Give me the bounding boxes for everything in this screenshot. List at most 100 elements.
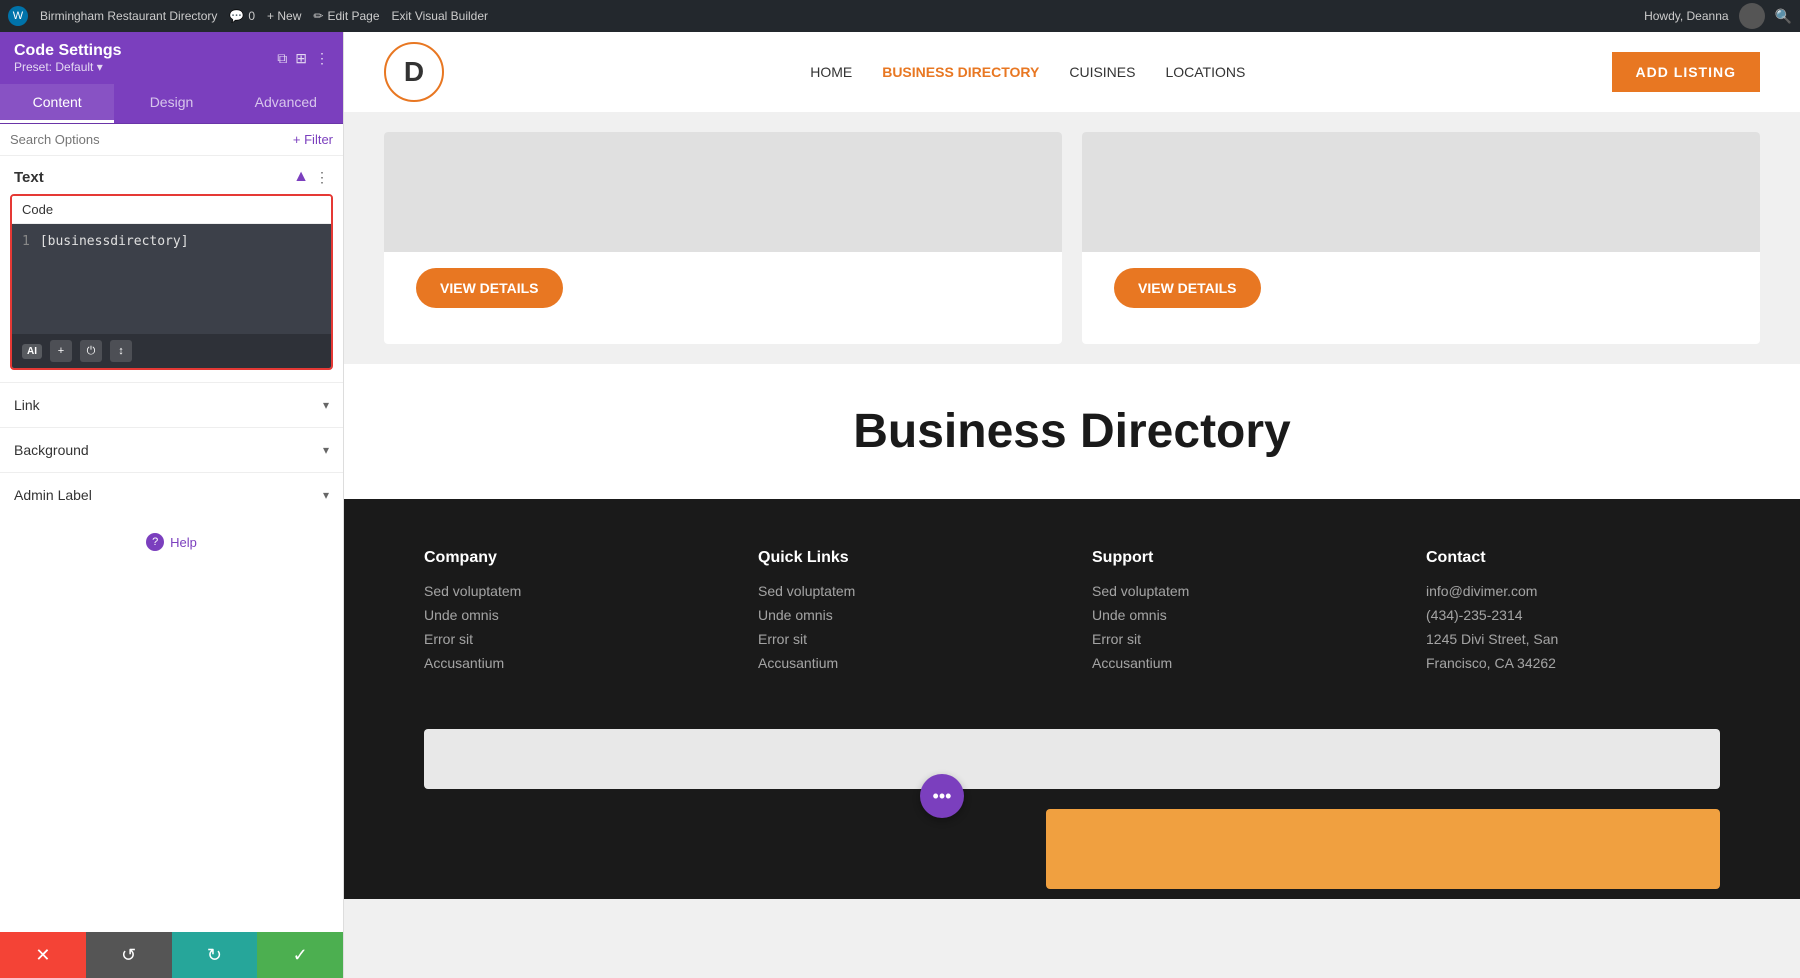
comment-icon: 💬 bbox=[229, 9, 244, 23]
power-btn[interactable]: ⏻ bbox=[80, 340, 102, 362]
footer-col-contact: Contact info@divimer.com (434)-235-2314 … bbox=[1426, 549, 1720, 679]
background-chevron-icon: ▾ bbox=[323, 443, 329, 457]
card-2: VIEW DETAILS bbox=[1082, 132, 1760, 344]
footer-quicklinks-link-2[interactable]: Unde omnis bbox=[758, 607, 1052, 623]
redo-button[interactable]: ↻ bbox=[172, 932, 258, 978]
cancel-button[interactable]: ✕ bbox=[0, 932, 86, 978]
wordpress-icon: W bbox=[8, 6, 28, 26]
admin-label-chevron-icon: ▾ bbox=[323, 488, 329, 502]
layout-icon[interactable]: ⊞ bbox=[295, 50, 307, 67]
nav-home[interactable]: HOME bbox=[810, 64, 852, 80]
footer-company-link-1[interactable]: Sed voluptatem bbox=[424, 583, 718, 599]
site-name-link[interactable]: Birmingham Restaurant Directory bbox=[40, 9, 217, 23]
card-2-body: VIEW DETAILS bbox=[1082, 252, 1760, 324]
avatar bbox=[1739, 3, 1765, 29]
site-nav: HOME BUSINESS DIRECTORY CUISINES LOCATIO… bbox=[810, 64, 1245, 80]
undo-button[interactable]: ↺ bbox=[86, 932, 172, 978]
tab-design[interactable]: Design bbox=[114, 84, 228, 123]
footer-support-link-4[interactable]: Accusantium bbox=[1092, 655, 1386, 671]
card-2-image bbox=[1082, 132, 1760, 252]
shortcode-content: [businessdirectory] bbox=[40, 234, 189, 249]
admin-label-section: Admin Label ▾ bbox=[0, 472, 343, 517]
main-layout: Code Settings Preset: Default ▾ ⧉ ⊞ ⋮ Co… bbox=[0, 32, 1800, 978]
duplicate-icon[interactable]: ⧉ bbox=[277, 50, 287, 67]
comments-link[interactable]: 💬 0 bbox=[229, 9, 255, 23]
footer-company-link-2[interactable]: Unde omnis bbox=[424, 607, 718, 623]
bottom-search-bar[interactable] bbox=[424, 729, 1720, 789]
footer-support-link-3[interactable]: Error sit bbox=[1092, 631, 1386, 647]
footer-contact-phone[interactable]: (434)-235-2314 bbox=[1426, 607, 1720, 623]
site-header: D HOME BUSINESS DIRECTORY CUISINES LOCAT… bbox=[344, 32, 1800, 112]
help-circle-icon: ? bbox=[146, 533, 164, 551]
code-line-1: 1 [businessdirectory] bbox=[22, 234, 321, 249]
footer-quicklinks-title: Quick Links bbox=[758, 549, 1052, 567]
panel-preset[interactable]: Preset: Default ▾ bbox=[14, 60, 122, 74]
view-details-btn-1[interactable]: VIEW DETAILS bbox=[416, 268, 563, 308]
edit-icon: ✏ bbox=[313, 9, 323, 23]
panel-header-left: Code Settings Preset: Default ▾ bbox=[14, 42, 122, 74]
admin-label-section-title: Admin Label bbox=[14, 487, 92, 503]
tab-content[interactable]: Content bbox=[0, 84, 114, 123]
panel-header-icons: ⧉ ⊞ ⋮ bbox=[277, 50, 329, 67]
footer-support-link-2[interactable]: Unde omnis bbox=[1092, 607, 1386, 623]
search-options-input[interactable] bbox=[10, 132, 287, 147]
background-section-header[interactable]: Background ▾ bbox=[0, 428, 343, 472]
nav-locations[interactable]: LOCATIONS bbox=[1165, 64, 1245, 80]
footer-contact-email[interactable]: info@divimer.com bbox=[1426, 583, 1720, 599]
panel-search-bar: + Filter bbox=[0, 124, 343, 156]
text-section-title: Text bbox=[14, 169, 44, 186]
card-1-image bbox=[384, 132, 1062, 252]
edit-page-link[interactable]: ✏ Edit Page bbox=[313, 9, 379, 23]
howdy-text: Howdy, Deanna bbox=[1644, 9, 1729, 23]
floating-menu-button[interactable]: ••• bbox=[920, 774, 964, 818]
add-code-btn[interactable]: + bbox=[50, 340, 72, 362]
left-panel: Code Settings Preset: Default ▾ ⧉ ⊞ ⋮ Co… bbox=[0, 32, 344, 978]
footer-quicklinks-link-3[interactable]: Error sit bbox=[758, 631, 1052, 647]
exit-builder-link[interactable]: Exit Visual Builder bbox=[392, 9, 489, 23]
footer-quicklinks-link-1[interactable]: Sed voluptatem bbox=[758, 583, 1052, 599]
card-1: VIEW DETAILS bbox=[384, 132, 1062, 344]
footer-company-link-3[interactable]: Error sit bbox=[424, 631, 718, 647]
section-actions: ▲ ⋮ bbox=[293, 168, 329, 186]
tab-advanced[interactable]: Advanced bbox=[229, 84, 343, 123]
admin-search-icon[interactable]: 🔍 bbox=[1775, 8, 1792, 25]
directory-title: Business Directory bbox=[384, 404, 1760, 459]
footer-col-quicklinks: Quick Links Sed voluptatem Unde omnis Er… bbox=[758, 549, 1052, 679]
footer-quicklinks-link-4[interactable]: Accusantium bbox=[758, 655, 1052, 671]
filter-button[interactable]: + Filter bbox=[293, 132, 333, 147]
nav-business-directory[interactable]: BUSINESS DIRECTORY bbox=[882, 64, 1039, 80]
directory-section: Business Directory bbox=[344, 364, 1800, 499]
footer-contact-address-2: Francisco, CA 34262 bbox=[1426, 655, 1720, 671]
sort-btn[interactable]: ↕ bbox=[110, 340, 132, 362]
text-section-menu[interactable]: ⋮ bbox=[315, 169, 329, 186]
footer-contact-address-1: 1245 Divi Street, San bbox=[1426, 631, 1720, 647]
save-button[interactable]: ✓ bbox=[257, 932, 343, 978]
code-editor[interactable]: 1 [businessdirectory] bbox=[12, 224, 331, 334]
bottom-orange-area bbox=[344, 809, 1800, 899]
link-section: Link ▾ bbox=[0, 382, 343, 427]
link-section-header[interactable]: Link ▾ bbox=[0, 383, 343, 427]
text-section-collapse[interactable]: ▲ bbox=[293, 168, 309, 186]
view-details-btn-2[interactable]: VIEW DETAILS bbox=[1114, 268, 1261, 308]
ai-badge: AI bbox=[22, 344, 42, 359]
add-listing-button[interactable]: ADD LISTING bbox=[1612, 52, 1760, 92]
footer-company-title: Company bbox=[424, 549, 718, 567]
admin-label-section-header[interactable]: Admin Label ▾ bbox=[0, 473, 343, 517]
footer-support-title: Support bbox=[1092, 549, 1386, 567]
link-section-title: Link bbox=[14, 397, 40, 413]
footer-company-link-4[interactable]: Accusantium bbox=[424, 655, 718, 671]
orange-block bbox=[1046, 809, 1720, 889]
right-content: D HOME BUSINESS DIRECTORY CUISINES LOCAT… bbox=[344, 32, 1800, 978]
bottom-area bbox=[344, 729, 1800, 809]
new-content-link[interactable]: + New bbox=[267, 9, 301, 23]
help-button[interactable]: ? Help bbox=[146, 533, 197, 551]
nav-cuisines[interactable]: CUISINES bbox=[1069, 64, 1135, 80]
panel-content: Text ▲ ⋮ Code 1 [businessdirectory] AI bbox=[0, 156, 343, 932]
text-section-header: Text ▲ ⋮ bbox=[0, 156, 343, 194]
wp-logo[interactable]: W bbox=[8, 6, 28, 26]
footer-support-link-1[interactable]: Sed voluptatem bbox=[1092, 583, 1386, 599]
footer-grid: Company Sed voluptatem Unde omnis Error … bbox=[424, 549, 1720, 679]
more-icon[interactable]: ⋮ bbox=[315, 50, 329, 67]
background-section: Background ▾ bbox=[0, 427, 343, 472]
footer-col-company: Company Sed voluptatem Unde omnis Error … bbox=[424, 549, 718, 679]
